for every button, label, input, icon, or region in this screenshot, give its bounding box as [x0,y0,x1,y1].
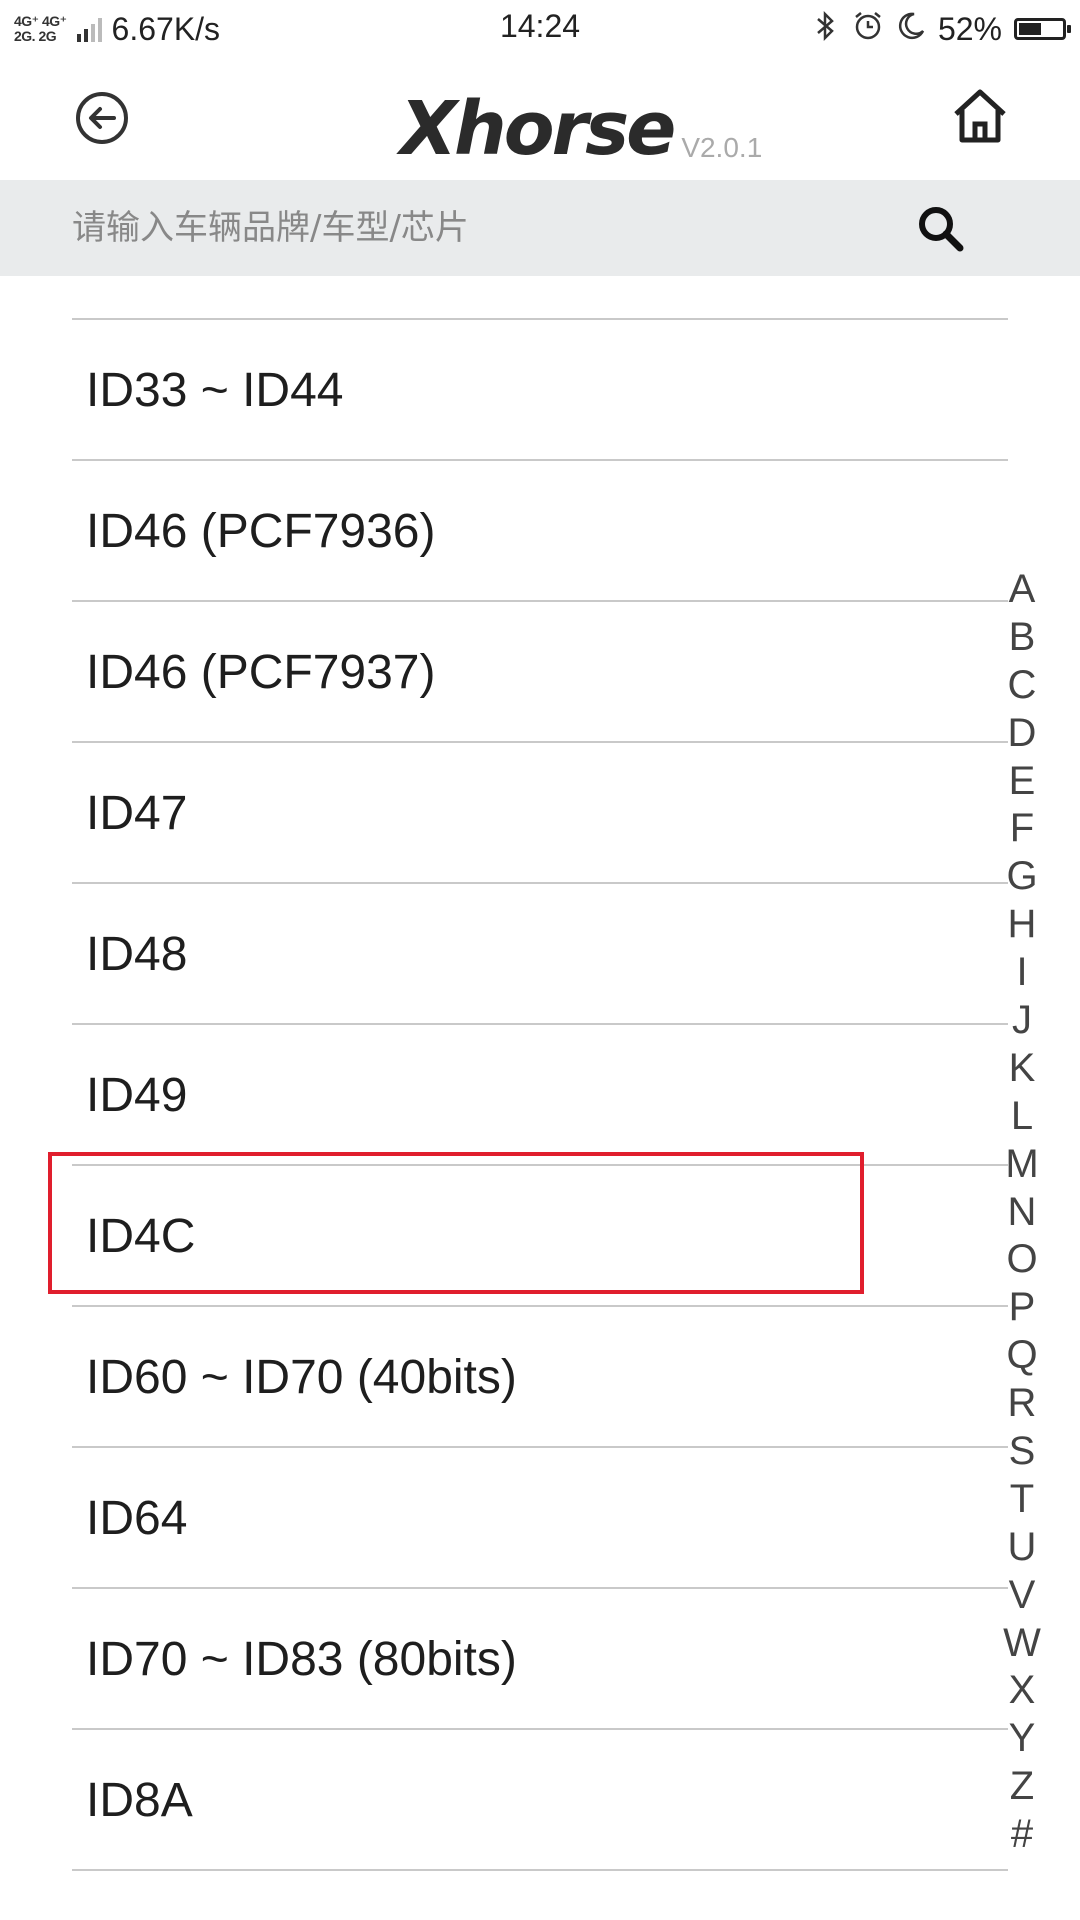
list-items: ID33 ~ ID44 ID46 (PCF7936) ID46 (PCF7937) I… [0,320,1080,1871]
index-letter[interactable]: V [1002,1572,1042,1620]
list-item[interactable]: ID47 [0,743,1080,884]
bluetooth-icon [810,10,840,49]
status-right: 52% [810,8,1071,50]
list-item-label: ID49 [86,1069,188,1122]
app-version: V2.0.1 [681,132,763,163]
search-bar [0,180,1080,276]
battery-icon [1014,18,1071,40]
index-letter[interactable]: I [1002,949,1042,997]
list-item[interactable]: ID46 (PCF7936) [0,461,1080,602]
index-letter[interactable]: E [1002,758,1042,806]
alarm-icon [852,10,884,49]
home-button[interactable] [950,86,1010,146]
index-letter[interactable]: L [1002,1093,1042,1141]
index-letter[interactable]: Y [1002,1715,1042,1763]
home-icon [954,89,1006,143]
moon-icon [896,10,926,49]
search-input[interactable] [72,180,872,276]
index-letter[interactable]: F [1002,805,1042,853]
index-letter[interactable]: H [1002,901,1042,949]
search-button[interactable] [914,202,968,256]
index-letter[interactable]: J [1002,997,1042,1045]
list-item-label: ID46 (PCF7936) [86,505,436,558]
list-item[interactable]: ID8A [0,1730,1080,1871]
index-letter[interactable]: C [1002,662,1042,710]
search-icon [919,207,964,252]
list-item-label: ID33 ~ ID44 [86,364,344,417]
list-item-label: ID48 [86,928,188,981]
index-letter[interactable]: Z [1002,1763,1042,1811]
index-letter[interactable]: Q [1002,1332,1042,1380]
index-letter[interactable]: # [1002,1811,1042,1859]
list-item[interactable]: ID4C [0,1166,1080,1307]
list-item-label: ID60 ~ ID70 (40bits) [86,1351,517,1404]
logo-container: Xhorse V2.0.1 [400,76,762,166]
index-letter[interactable]: T [1002,1476,1042,1524]
list-item-label: ID64 [86,1492,188,1545]
list-item[interactable]: ID48 [0,884,1080,1025]
status-bar: 4G⁺ 4G⁺ 2G. 2G 6.67K/s 14:24 52% [0,0,1080,58]
index-letter[interactable]: R [1002,1380,1042,1428]
index-letter[interactable]: X [1002,1667,1042,1715]
index-letter[interactable]: N [1002,1189,1042,1237]
list-item-label: ID70 ~ ID83 (80bits) [86,1633,517,1686]
list-item[interactable]: ID33 ~ ID44 [0,320,1080,461]
index-letter[interactable]: D [1002,710,1042,758]
list-item[interactable]: ID70 ~ ID83 (80bits) [0,1589,1080,1730]
list-item[interactable]: ID64 [0,1448,1080,1589]
list-item[interactable]: ID60 ~ ID70 (40bits) [0,1307,1080,1448]
chip-list: ID33 ~ ID44 ID46 (PCF7936) ID46 (PCF7937) I… [0,276,1080,1920]
index-letter[interactable]: A [1002,566,1042,614]
app-header: Xhorse V2.0.1 [0,58,1080,180]
index-letter[interactable]: S [1002,1428,1042,1476]
index-letter[interactable]: G [1002,853,1042,901]
index-letter[interactable]: B [1002,614,1042,662]
back-button[interactable] [72,88,132,148]
index-letter[interactable]: U [1002,1524,1042,1572]
list-item[interactable]: ID49 [0,1025,1080,1166]
index-letter[interactable]: O [1002,1236,1042,1284]
index-letter[interactable]: W [1002,1620,1042,1668]
battery-percent: 52% [937,10,1002,47]
index-letter[interactable]: P [1002,1284,1042,1332]
alphabet-index[interactable]: A B C D E F G H I J K L M N O P Q R S T U V W X Y Z # [1002,566,1042,1859]
back-arrow-icon [76,92,128,144]
list-item-label: ID46 (PCF7937) [86,646,436,699]
list-item-label: ID4C [86,1210,196,1263]
list-item[interactable]: ID46 (PCF7937) [0,602,1080,743]
list-item-label: ID47 [86,787,188,840]
index-letter[interactable]: K [1002,1045,1042,1093]
xhorse-logo: Xhorse [400,86,676,172]
index-letter[interactable]: M [1002,1141,1042,1189]
list-item-label: ID8A [86,1774,193,1827]
